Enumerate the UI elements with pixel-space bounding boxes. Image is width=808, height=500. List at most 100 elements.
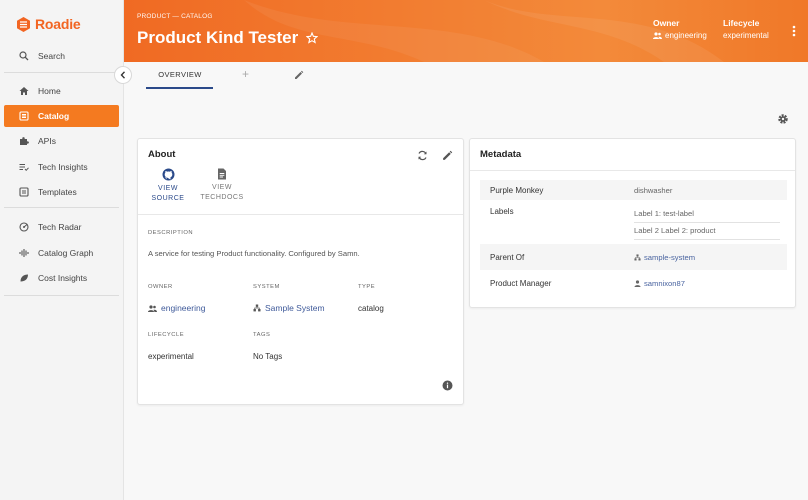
metadata-row-purple-monkey: Purple Monkey dishwasher [480,180,787,200]
sidebar-item-cost-insights[interactable]: Cost Insights [4,267,119,289]
sidebar-item-templates[interactable]: Templates [4,181,119,203]
metadata-row-product-manager: Product Manager samnixon87 [480,270,787,296]
sidebar-item-catalog[interactable]: Catalog [4,105,119,127]
type-field-label: TYPE [358,284,376,290]
owner-link-text: engineering [161,303,206,313]
sidebar-item-tech-insights[interactable]: Tech Insights [4,156,119,178]
sidebar-item-label: Cost Insights [38,273,88,283]
sidebar: Roadie Search Home Catalog APIs Tech Ins… [0,0,124,500]
tab-active-indicator [146,87,213,89]
view-source-link[interactable]: VIEW SOURCE [148,168,188,204]
metadata-key: Product Manager [490,279,552,288]
system-icon [253,304,261,312]
metadata-row-labels: Labels Label 1: test-label Label 2 Label… [480,200,787,244]
owner-value[interactable]: engineering [665,31,707,40]
info-button[interactable] [442,380,453,393]
sidebar-item-label: Templates [38,187,77,197]
sidebar-item-apis[interactable]: APIs [4,130,119,152]
pencil-icon [295,70,304,79]
roadie-logo-icon [17,16,30,32]
lifecycle-field-value: experimental [148,352,194,361]
system-icon [634,254,641,261]
tab-overview[interactable]: OVERVIEW [147,70,213,79]
group-icon [148,304,157,312]
about-title: About [148,149,176,160]
metadata-key: Parent Of [490,253,525,262]
sidebar-item-label: Search [38,51,65,61]
sidebar-item-label: Catalog [38,111,70,121]
header-owner: Owner engineering [653,18,707,40]
sidebar-item-tech-radar[interactable]: Tech Radar [4,216,119,238]
graph-icon [19,249,29,257]
sidebar-item-home[interactable]: Home [4,80,119,102]
sidebar-item-catalog-graph[interactable]: Catalog Graph [4,242,119,264]
sidebar-item-label: Tech Insights [38,162,88,172]
view-techdocs-link[interactable]: VIEW TECHDOCS [200,168,244,204]
owner-field-label: OWNER [148,284,173,290]
tags-field-label: TAGS [253,332,271,338]
owner-field-value[interactable]: engineering [148,303,205,313]
person-icon [634,280,641,287]
roadie-logo[interactable]: Roadie [17,16,81,32]
system-field-label: SYSTEM [253,284,280,290]
description-text: A service for testing Product functional… [148,249,360,258]
chevron-left-icon [120,71,126,79]
info-icon [442,380,453,391]
sidebar-item-label: Tech Radar [38,222,82,232]
tab-bar: OVERVIEW + [124,62,808,90]
more-actions-button[interactable] [792,25,796,39]
tags-field-value: No Tags [253,352,283,361]
metadata-divider [470,170,795,171]
add-tab-button[interactable]: + [242,67,249,81]
page-settings-button[interactable] [777,113,789,127]
label-value-2: Label 2 Label 2: product [634,226,716,235]
metadata-row-parent-of: Parent Of sample-system [480,244,787,270]
home-icon [19,87,29,95]
view-source-line1: VIEW [158,185,178,192]
group-icon [653,32,662,39]
entity-header: PRODUCT — CATALOG Product Kind Tester Ow… [124,0,808,62]
sidebar-item-search[interactable]: Search [4,45,119,67]
product-manager-link[interactable]: samnixon87 [634,279,685,288]
checklist-icon [19,164,29,172]
label-value-1: Label 1: test-label [634,209,694,218]
owner-label: Owner [653,18,680,28]
lifecycle-label: Lifecycle [723,18,760,28]
label-divider [634,239,780,240]
edit-tabs-button[interactable] [294,70,304,82]
breadcrumb: PRODUCT — CATALOG [137,13,213,20]
github-icon [162,168,174,181]
view-techdocs-line1: VIEW [212,184,232,191]
lifecycle-field-label: LIFECYCLE [148,332,185,338]
sidebar-divider [4,72,119,73]
star-icon[interactable] [306,32,319,44]
brand-name: Roadie [35,16,81,32]
sidebar-divider [4,295,119,296]
description-label: DESCRIPTION [148,230,194,236]
sidebar-item-label: APIs [38,136,56,146]
sidebar-collapse-button[interactable] [114,66,132,84]
header-lifecycle: Lifecycle experimental [723,18,769,40]
type-field-value: catalog [358,304,384,313]
metadata-card: Metadata Purple Monkey dishwasher Labels… [469,138,796,308]
metadata-key: Purple Monkey [490,186,544,195]
document-icon [218,168,226,180]
about-card: About VIEW SOURCE VIEW TECHDOCS DESCRIPT… [137,138,464,405]
sidebar-item-label: Catalog Graph [38,248,94,258]
view-source-line2: SOURCE [151,195,185,202]
lifecycle-value: experimental [723,31,769,40]
radar-icon [19,222,29,232]
sidebar-divider [4,207,119,208]
label-divider [634,222,780,223]
view-techdocs-line2: TECHDOCS [200,194,244,201]
system-field-value[interactable]: Sample System [253,303,325,313]
edit-icon[interactable] [442,150,453,161]
gear-icon [778,114,788,124]
search-icon [19,51,29,61]
catalog-icon [19,111,29,121]
more-vert-icon [792,25,796,37]
parent-of-link[interactable]: sample-system [634,253,695,262]
about-divider [138,214,463,215]
system-link-text: Sample System [265,303,325,313]
refresh-icon[interactable] [417,150,428,161]
